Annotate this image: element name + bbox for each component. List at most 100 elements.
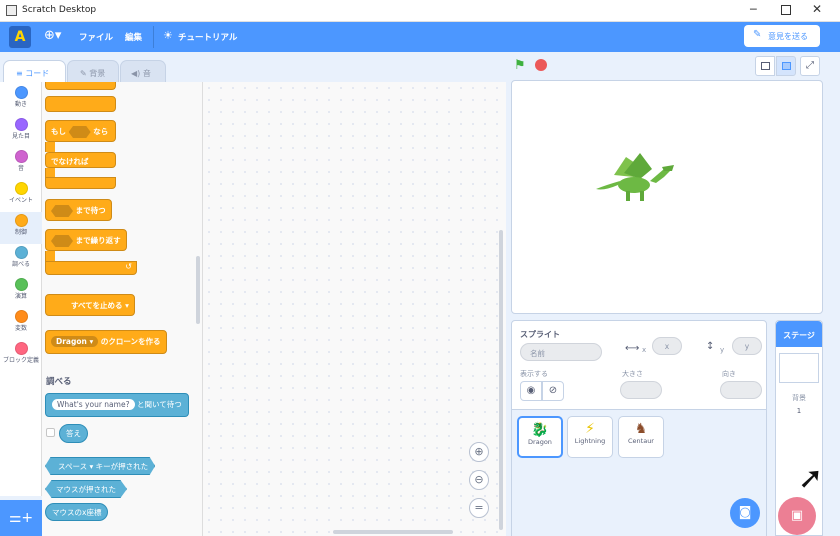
- sprite-thumb-dragon[interactable]: 🐉 Dragon: [517, 416, 563, 458]
- category-control[interactable]: 制御: [0, 212, 42, 244]
- menu-tutorials[interactable]: チュートリアル: [178, 31, 237, 43]
- sprite-thumb-lightning[interactable]: ⚡ Lightning: [567, 416, 613, 458]
- choose-backdrop-button[interactable]: ▣: [778, 497, 816, 535]
- c-block-bottom[interactable]: [45, 96, 116, 112]
- category-looks[interactable]: 見た目: [0, 116, 42, 148]
- zoom-reset-button[interactable]: =: [469, 498, 489, 518]
- dropdown-arrow-icon: ▾: [89, 462, 94, 471]
- ask-question-input[interactable]: What's your name?: [52, 399, 135, 410]
- sprite-list-area: 🐉 Dragon ⚡ Lightning ♞ Centaur ◙: [512, 409, 766, 536]
- key-pressed-block[interactable]: スペース ▾ キーが押された: [45, 457, 156, 475]
- fullscreen-button[interactable]: ⤢: [800, 56, 820, 76]
- menu-edit[interactable]: 編集: [125, 31, 142, 43]
- workspace-scrollbar-v[interactable]: [499, 230, 503, 530]
- repeat-until-block[interactable]: まで繰り返す: [45, 229, 127, 251]
- category-sound[interactable]: 音: [0, 148, 42, 180]
- close-button[interactable]: ✕: [812, 2, 822, 16]
- sprite-info-pane: スプライト 名前 ⟷ x x ↕ y y 表示する ◉ ⊘ 大きさ 向き 🐉 Dr…: [511, 320, 767, 536]
- if-else-arm: [45, 142, 55, 152]
- show-visible-button[interactable]: ◉: [520, 381, 542, 401]
- minimize-button[interactable]: ─: [750, 3, 757, 16]
- green-flag-icon[interactable]: ⚑: [514, 58, 526, 73]
- clone-target-dropdown[interactable]: Dragon ▾: [51, 336, 99, 347]
- lightning-thumb-icon: ⚡: [585, 421, 595, 437]
- if-else-block[interactable]: もし なら: [45, 120, 116, 142]
- sensing-section-header: 調べる: [46, 377, 72, 387]
- tab-code[interactable]: ≡ コード: [3, 60, 66, 83]
- dragon-sprite[interactable]: [594, 151, 676, 209]
- language-globe-icon[interactable]: ⊕▾: [44, 28, 61, 43]
- scratch-logo[interactable]: A: [9, 26, 31, 48]
- menu-bar: A ⊕▾ ファイル 編集 ☀ チュートリアル: [0, 22, 840, 52]
- dragon-thumb-icon: 🐉: [531, 422, 549, 438]
- ask-and-wait-block[interactable]: What's your name? と聞いて待つ: [45, 393, 189, 417]
- size-input[interactable]: [620, 381, 662, 399]
- category-events[interactable]: イベント: [0, 180, 42, 212]
- stage-thumbnail[interactable]: [779, 353, 819, 383]
- stage-canvas[interactable]: [511, 80, 823, 314]
- dropdown-arrow-icon: ▾: [125, 301, 129, 310]
- category-dot: [14, 310, 28, 323]
- answer-reporter[interactable]: 答え: [59, 424, 88, 443]
- zoom-out-button[interactable]: ⊖: [469, 470, 489, 490]
- sprite-thumb-centaur[interactable]: ♞ Centaur: [618, 416, 664, 458]
- direction-input[interactable]: [720, 381, 762, 399]
- stop-all-block[interactable]: すべてを止める ▾: [45, 294, 135, 316]
- menu-divider: [153, 26, 154, 48]
- c-block-bottom-arm[interactable]: [45, 82, 116, 90]
- repeat-bottom: ↺: [45, 261, 137, 275]
- category-variables[interactable]: 変数: [0, 308, 42, 340]
- category-dot: [14, 86, 28, 99]
- category-sensing[interactable]: 調べる: [0, 244, 42, 276]
- sprite-name-field[interactable]: 名前: [520, 343, 602, 361]
- window-title: Scratch Desktop: [22, 5, 97, 15]
- category-dot: [14, 342, 28, 355]
- feedback-button[interactable]: ✎ 意見を送る: [744, 25, 820, 47]
- tutorial-bulb-icon[interactable]: ☀: [163, 29, 173, 42]
- repeat-arm: [45, 251, 55, 261]
- small-stage-button[interactable]: [755, 56, 775, 76]
- category-my-blocks[interactable]: ブロック定義: [0, 340, 42, 372]
- choose-sprite-button[interactable]: ◙: [730, 498, 760, 528]
- x-label: x: [642, 346, 647, 354]
- loop-arrow-icon: ↺: [125, 262, 132, 271]
- stage-selector[interactable]: ステージ 背景 1 ▣ ➚: [775, 320, 823, 536]
- eye-slash-icon: ⊘: [548, 385, 558, 396]
- menu-file[interactable]: ファイル: [79, 31, 113, 43]
- show-hidden-button[interactable]: ⊘: [542, 381, 564, 401]
- stage-header: ステージ: [776, 321, 822, 347]
- boolean-slot: [68, 126, 91, 138]
- x-input[interactable]: x: [652, 337, 682, 355]
- direction-label: 向き: [722, 370, 736, 378]
- stop-icon[interactable]: [535, 59, 547, 71]
- maximize-button[interactable]: [781, 5, 791, 15]
- y-input[interactable]: y: [732, 337, 762, 355]
- else-label-row[interactable]: でなければ: [45, 152, 116, 168]
- category-motion[interactable]: 動き: [0, 84, 42, 116]
- wait-until-block[interactable]: まで待つ: [45, 199, 112, 221]
- mouse-down-block[interactable]: マウスが押された: [45, 480, 127, 498]
- workspace-scrollbar-h[interactable]: [333, 530, 453, 534]
- eye-icon: ◉: [526, 385, 536, 396]
- tab-sounds[interactable]: ◀) 音: [120, 60, 166, 82]
- category-dot: [14, 278, 28, 291]
- create-clone-block[interactable]: Dragon ▾ のクローンを作る: [45, 330, 167, 354]
- code-workspace[interactable]: ⊕ ⊖ =: [203, 82, 506, 536]
- pencil-icon: ✎: [753, 29, 762, 40]
- code-icon: ≡: [16, 69, 26, 78]
- backdrop-icon: ▣: [790, 508, 804, 523]
- boolean-slot: [51, 235, 73, 247]
- answer-checkbox[interactable]: [46, 428, 55, 437]
- boolean-slot: [51, 205, 73, 217]
- tab-costumes[interactable]: ✎ 背景: [67, 60, 119, 82]
- fullscreen-icon: ⤢: [806, 60, 814, 71]
- palette-scrollbar[interactable]: [196, 256, 200, 324]
- feedback-label: 意見を送る: [768, 32, 808, 41]
- large-stage-button[interactable]: [776, 56, 796, 76]
- mouse-x-reporter[interactable]: マウスのx座標: [45, 503, 109, 521]
- add-extension-button[interactable]: ⚌+: [0, 500, 42, 536]
- zoom-in-button[interactable]: ⊕: [469, 442, 489, 462]
- block-palette: もし なら でなければ まで待つ まで繰り返す ↺ すべてを止める ▾ Drag…: [42, 82, 203, 536]
- category-operators[interactable]: 演算: [0, 276, 42, 308]
- small-stage-icon: [761, 62, 770, 70]
